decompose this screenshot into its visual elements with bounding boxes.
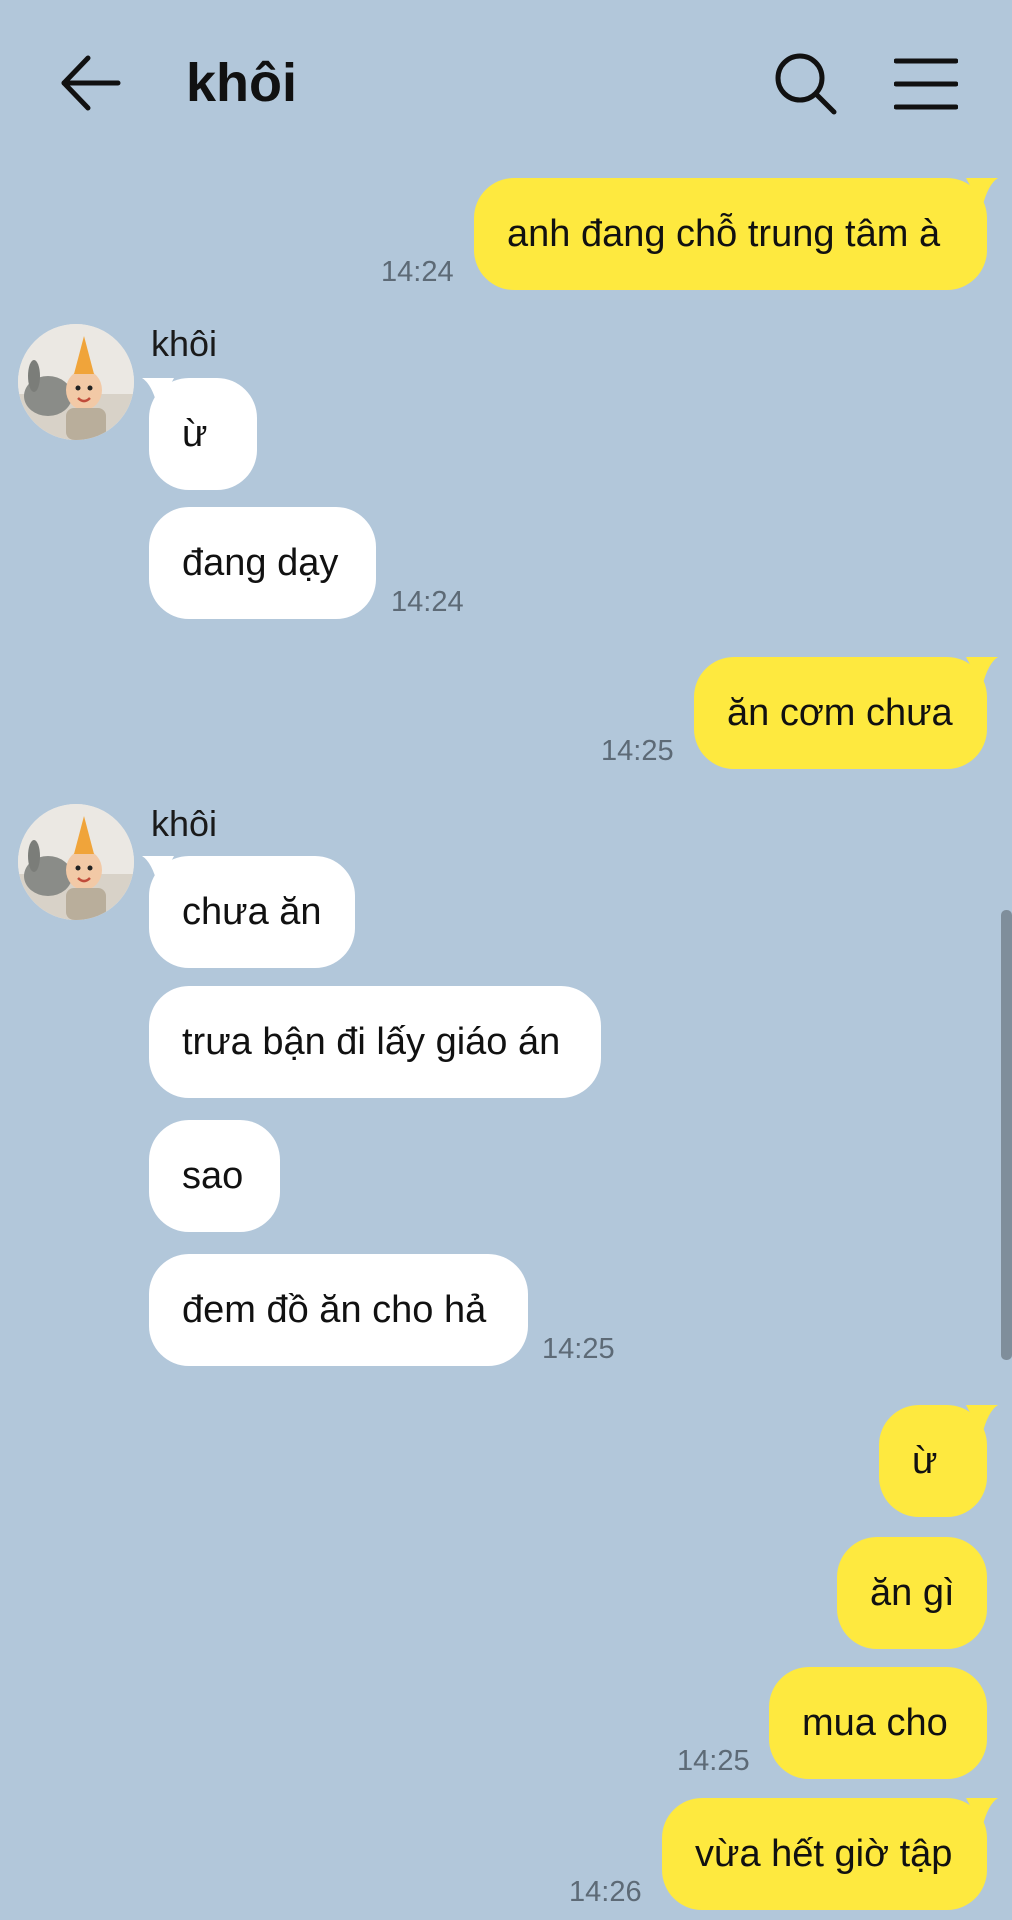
message-bubble-mine[interactable]: ăn cơm chưa (694, 657, 987, 769)
search-icon (775, 53, 837, 115)
message-time: 14:25 (542, 1333, 615, 1365)
message-bubble-mine[interactable]: ăn gì (837, 1537, 987, 1649)
sender-name: khôi (151, 323, 218, 364)
bubble-tail (966, 1798, 998, 1828)
message-bubble-theirs[interactable]: ừ (149, 378, 257, 490)
message-bubble-mine[interactable]: vừa hết giờ tập (662, 1798, 987, 1910)
avatar-child-with-rabbit (18, 804, 134, 920)
bubble-tail (966, 178, 998, 208)
message-bubble-theirs[interactable]: đem đồ ăn cho hả (149, 1254, 528, 1366)
message-bubble-theirs[interactable]: chưa ăn (149, 856, 355, 968)
message-bubble-mine[interactable]: mua cho (769, 1667, 987, 1779)
scrollbar-thumb[interactable] (1001, 910, 1012, 1360)
chat-title: khôi (186, 53, 298, 113)
message-bubble-theirs[interactable]: trưa bận đi lấy giáo án (149, 986, 601, 1098)
message-bubble-theirs[interactable]: đang dạy (149, 507, 376, 619)
bubble-tail (966, 657, 998, 687)
avatar-child-with-rabbit (18, 324, 134, 440)
hamburger-menu-icon (894, 58, 958, 110)
chat-header: khôi (0, 0, 1012, 168)
message-time: 14:24 (381, 256, 454, 288)
sender-name: khôi (151, 803, 218, 844)
message-bubble-mine[interactable]: anh đang chỗ trung tâm à (474, 178, 987, 290)
message-time: 14:25 (677, 1745, 750, 1777)
menu-button[interactable] (894, 56, 958, 112)
message-bubble-theirs[interactable]: sao (149, 1120, 280, 1232)
back-button[interactable] (56, 48, 126, 118)
message-time: 14:24 (391, 586, 464, 618)
bubble-tail (966, 1405, 998, 1435)
message-time: 14:26 (569, 1876, 642, 1908)
avatar[interactable] (18, 324, 134, 440)
chat-screen: khôi anh đang chỗ trung tâm à 14:24 khôi… (0, 0, 1012, 1920)
search-button[interactable] (772, 50, 840, 118)
avatar[interactable] (18, 804, 134, 920)
arrow-left-icon (61, 55, 121, 111)
message-time: 14:25 (601, 735, 674, 767)
